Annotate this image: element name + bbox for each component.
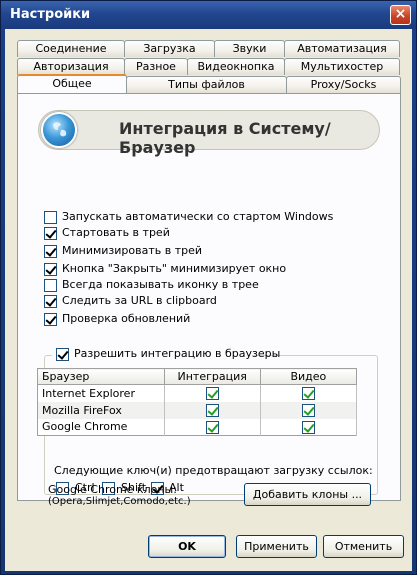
tab-video-button[interactable]: Видеокнопка [187, 58, 285, 75]
window-title: Настройки [10, 7, 91, 22]
minimize-to-tray-label: Минимизировать в трей [62, 244, 203, 257]
always-show-tray-icon-label: Всегда показывать иконку в трее [62, 278, 259, 291]
tab-multihoster[interactable]: Мультихостер [284, 58, 400, 75]
browser-table: Браузер Интеграция Видео Internet Explor… [37, 368, 358, 436]
section-header: Интеграция в Систему/Браузер [38, 110, 380, 157]
firefox-integration-checkbox[interactable] [205, 403, 219, 417]
chrome-integration-checkbox[interactable] [205, 420, 219, 434]
tab-proxy-socks[interactable]: Proxy/Socks [286, 76, 401, 93]
tab-authorization[interactable]: Авторизация [17, 58, 125, 75]
tab-automation[interactable]: Автоматизация [284, 40, 400, 57]
settings-window: Настройки × Соединение Загрузка Звуки Ав… [0, 0, 417, 575]
window-client: Соединение Загрузка Звуки Автоматизация … [5, 29, 412, 571]
always-show-tray-icon-checkbox[interactable] [44, 279, 57, 292]
tab-row-1: Соединение Загрузка Звуки Автоматизация [17, 40, 400, 57]
tab-connection[interactable]: Соединение [17, 40, 125, 57]
ie-video-checkbox[interactable] [301, 387, 315, 400]
close-icon: × [394, 6, 407, 22]
tab-row-2: Авторизация Разное Видеокнопка Мультихос… [17, 58, 400, 75]
minimize-to-tray-checkbox[interactable] [44, 245, 57, 258]
cancel-button[interactable]: Отменить [323, 535, 404, 558]
title-bar[interactable]: Настройки × [1, 1, 416, 29]
ie-integration-checkbox[interactable] [205, 387, 219, 400]
autostart-label: Запускать автоматически со стартом Windo… [62, 210, 334, 223]
column-video[interactable]: Видео [259, 368, 358, 385]
browser-name: Google Chrome [37, 418, 165, 436]
tab-sounds[interactable]: Звуки [214, 40, 285, 57]
check-updates-label: Проверка обновлений [62, 312, 191, 325]
integration-legend: Разрешить интеграцию в браузеры [52, 347, 280, 363]
browser-name: Mozilla FireFox [37, 401, 165, 419]
tab-file-types[interactable]: Типы файлов [126, 76, 287, 93]
general-tab-panel: Интеграция в Систему/Браузер Запускать а… [17, 93, 401, 501]
tab-download[interactable]: Загрузка [124, 40, 215, 57]
firefox-video-checkbox[interactable] [301, 403, 315, 417]
chrome-video-checkbox[interactable] [301, 420, 315, 434]
watch-clipboard-checkbox[interactable] [44, 295, 57, 308]
section-title: Интеграция в Систему/Браузер [119, 119, 331, 157]
tab-row-3: Общее Типы файлов Proxy/Socks [17, 74, 401, 93]
chrome-clones-label: Google Chrome клоны: [48, 483, 177, 496]
enable-integration-label: Разрешить интеграцию в браузеры [74, 347, 281, 360]
browser-name: Internet Explorer [37, 384, 165, 402]
close-minimizes-label: Кнопка "Закрыть" минимизирует окно [62, 262, 287, 275]
table-row[interactable]: Internet Explorer [37, 384, 358, 402]
add-clones-button[interactable]: Добавить клоны ... [244, 483, 371, 506]
autostart-checkbox[interactable] [44, 211, 57, 224]
keys-label: Следующие ключ(и) предотвращают загрузку… [54, 464, 373, 477]
globe-icon [41, 112, 77, 148]
ok-button[interactable]: OK [148, 535, 226, 558]
close-minimizes-checkbox[interactable] [44, 263, 57, 276]
watch-clipboard-label: Следить за URL в clipboard [62, 294, 217, 307]
start-in-tray-label: Стартовать в трей [62, 226, 170, 239]
column-browser[interactable]: Браузер [37, 368, 165, 385]
table-row[interactable]: Mozilla FireFox [37, 401, 358, 419]
close-button[interactable]: × [390, 5, 411, 25]
apply-button[interactable]: Применить [236, 535, 317, 558]
start-in-tray-checkbox[interactable] [44, 227, 57, 240]
check-updates-checkbox[interactable] [44, 313, 57, 326]
column-integration[interactable]: Интеграция [163, 368, 261, 385]
chrome-clones-examples: (Opera,Slimjet,Comodo,etc.) [48, 496, 191, 507]
tab-misc[interactable]: Разное [124, 58, 188, 75]
tab-general[interactable]: Общее [17, 74, 127, 93]
enable-integration-checkbox[interactable] [56, 348, 69, 361]
table-row[interactable]: Google Chrome [37, 418, 358, 436]
